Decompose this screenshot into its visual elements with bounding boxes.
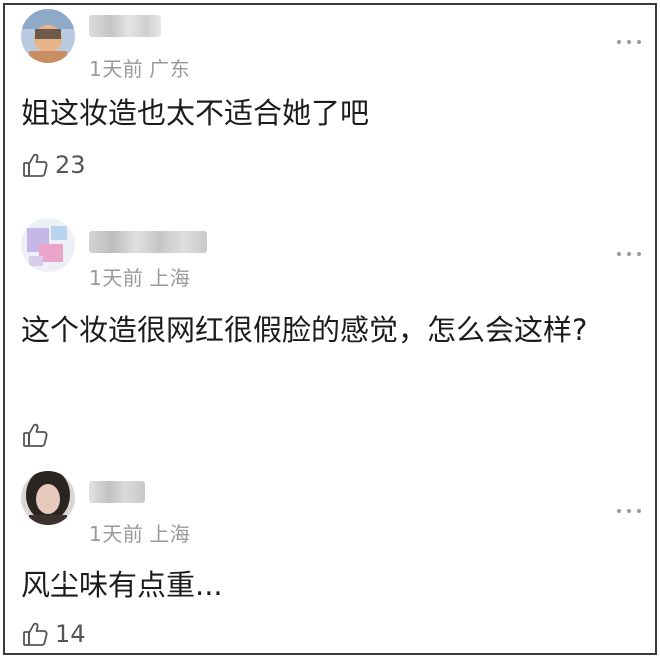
comment-text: 风尘味有点重... [21, 568, 223, 602]
like-button[interactable]: 14 [21, 619, 86, 649]
comment-time: 1天前 [89, 266, 144, 290]
avatar[interactable] [21, 471, 75, 525]
like-button[interactable]: 23 [21, 150, 86, 180]
thumbs-up-icon [23, 423, 48, 447]
avatar[interactable] [21, 218, 75, 272]
comment-location: 上海 [149, 266, 191, 290]
comment-time: 1天前 [89, 57, 144, 81]
username-blurred[interactable] [89, 481, 145, 503]
comment-text: 姐这妆造也太不适合她了吧 [21, 96, 370, 130]
like-count: 23 [55, 151, 86, 179]
username-blurred[interactable] [89, 231, 207, 253]
thumbs-up-icon [23, 622, 48, 646]
avatar[interactable] [21, 9, 75, 63]
comment-time: 1天前 [89, 522, 144, 546]
comment-meta: 1天前 上海 [89, 518, 190, 547]
comment-meta: 1天前 广东 [89, 53, 190, 82]
comment-location: 上海 [149, 522, 191, 546]
comment-location: 广东 [149, 57, 191, 81]
like-count: 14 [55, 620, 86, 648]
comment-list: 1天前 广东 姐这妆造也太不适合她了吧 23 1天前 上海 这个妆造很网红很假脸… [3, 3, 657, 655]
more-options-icon[interactable] [617, 508, 641, 514]
username-blurred[interactable] [89, 15, 161, 37]
like-button[interactable] [21, 420, 55, 450]
thumbs-up-icon [23, 153, 48, 177]
comment-text: 这个妆造很网红很假脸的感觉，怎么会这样? [21, 313, 588, 347]
more-options-icon[interactable] [617, 39, 641, 45]
comment-meta: 1天前 上海 [89, 262, 190, 291]
more-options-icon[interactable] [617, 251, 641, 257]
